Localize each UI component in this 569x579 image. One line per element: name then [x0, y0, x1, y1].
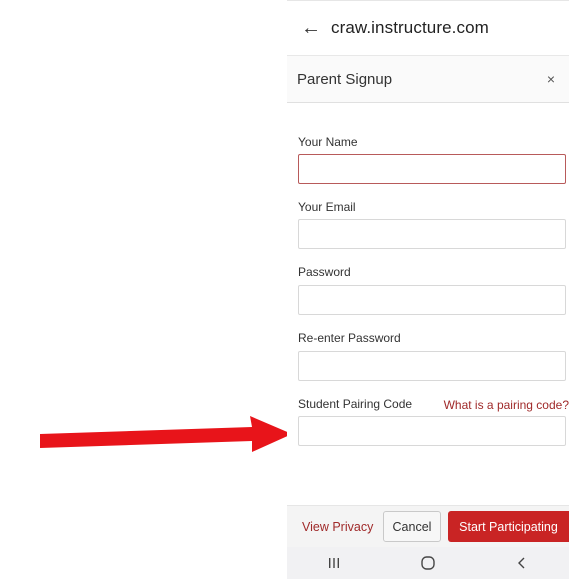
view-privacy-link[interactable]: View Privacy — [302, 520, 373, 534]
nav-back-button[interactable] — [492, 547, 552, 579]
annotation-arrow — [40, 416, 292, 452]
recent-apps-button[interactable] — [304, 547, 364, 579]
your-email-input[interactable] — [298, 219, 566, 249]
password-label: Password — [298, 265, 351, 279]
your-name-label: Your Name — [298, 135, 358, 149]
browser-address-bar: ← craw.instructure.com — [287, 0, 569, 55]
home-icon — [421, 556, 435, 570]
chevron-left-icon — [518, 557, 525, 569]
close-button[interactable]: × — [543, 67, 559, 91]
modal-footer: View Privacy Cancel Start Participating — [287, 505, 569, 547]
cancel-button[interactable]: Cancel — [383, 511, 441, 542]
student-pairing-code-input[interactable] — [298, 416, 566, 446]
reenter-password-label: Re-enter Password — [298, 331, 401, 345]
your-email-label: Your Email — [298, 200, 356, 214]
password-input[interactable] — [298, 285, 566, 315]
student-pairing-code-label: Student Pairing Code — [298, 397, 413, 411]
android-navigation-bar — [287, 547, 569, 579]
modal-header: Parent Signup × — [287, 55, 569, 103]
home-button[interactable] — [398, 547, 458, 579]
back-button[interactable]: ← — [287, 1, 331, 56]
modal-title: Parent Signup — [297, 70, 393, 88]
phone-screen: ← craw.instructure.com Parent Signup × Y… — [287, 0, 569, 579]
start-participating-button[interactable]: Start Participating — [448, 511, 569, 542]
recent-apps-icon — [329, 558, 339, 568]
reenter-password-input[interactable] — [298, 351, 566, 381]
back-arrow-icon: ← — [301, 16, 321, 39]
pairing-code-help-link[interactable]: What is a pairing code? — [444, 398, 569, 412]
your-name-input[interactable] — [298, 154, 566, 184]
url-text: craw.instructure.com — [331, 18, 489, 37]
close-icon: × — [546, 71, 555, 87]
